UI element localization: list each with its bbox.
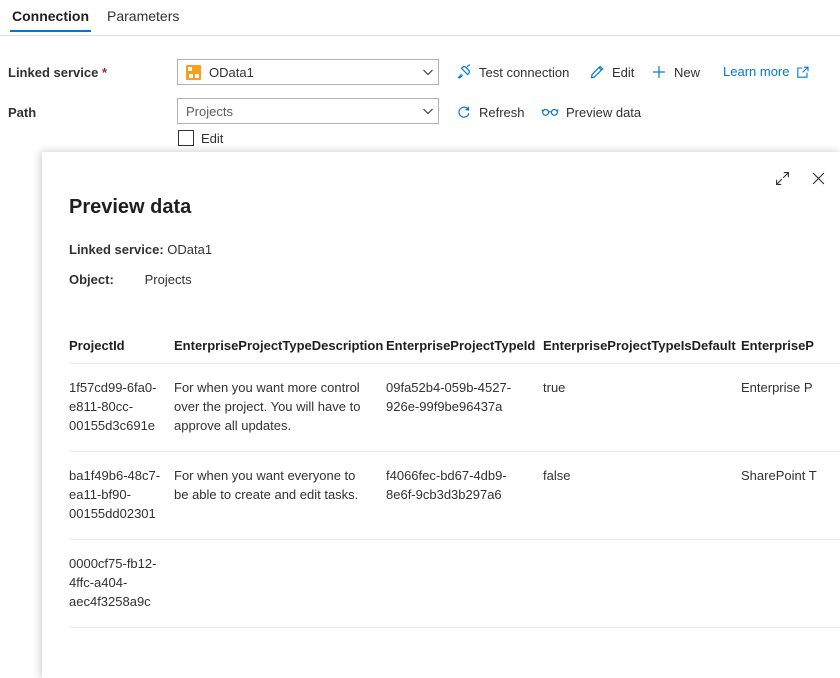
test-connection-button[interactable]: Test connection [456,64,569,80]
glasses-icon [541,104,559,120]
odata-service-icon [186,65,201,80]
learn-more-label: Learn more [723,64,789,79]
cell-description: For when you want more control over the … [174,364,386,451]
refresh-label: Refresh [479,105,525,120]
cell-isdefault: false [543,452,741,539]
panel-object-value: Projects [145,272,192,287]
path-label-text: Path [8,105,36,120]
column-header-enterpriseprojecttypedescription[interactable]: EnterpriseProjectTypeDescription [174,330,386,363]
edit-checkbox-label: Edit [201,131,223,146]
cell-projectid: 0000cf75-fb12-4ffc-a404-aec4f3258a9c [69,540,174,627]
preview-data-button[interactable]: Preview data [541,104,641,120]
column-header-enterpriseprojecttypeisdefault[interactable]: EnterpriseProjectTypeIsDefault [543,330,741,363]
tab-strip: Connection Parameters [0,0,840,36]
learn-more-link[interactable]: Learn more [723,64,810,79]
edit-label: Edit [612,65,634,80]
close-icon [811,171,826,186]
preview-data-panel: Preview data Linked service: OData1 Obje… [42,152,840,678]
panel-object-key: Object: [69,272,141,287]
chevron-down-icon [422,105,434,117]
pencil-icon [589,64,605,80]
linked-service-label: Linked service * [8,65,107,80]
linked-service-label-text: Linked service [8,65,98,80]
tab-connection[interactable]: Connection [10,8,91,32]
plug-icon [456,64,472,80]
refresh-button[interactable]: Refresh [456,104,525,120]
cell-isdefault [543,540,741,627]
tab-parameters[interactable]: Parameters [105,8,181,32]
preview-data-label: Preview data [566,105,641,120]
edit-checkbox[interactable]: Edit [178,130,223,146]
tab-connection-label: Connection [12,8,89,24]
path-value: Projects [186,104,422,119]
tab-parameters-label: Parameters [107,8,179,24]
cell-typeid [386,540,543,627]
cell-projectid: 1f57cd99-6fa0-e811-80cc-00155d3c691e [69,364,174,451]
column-header-enterpriseprojecttypeid[interactable]: EnterpriseProjectTypeId [386,330,543,363]
new-label: New [674,65,700,80]
new-linked-service-button[interactable]: New [651,64,700,80]
table-row: 0000cf75-fb12-4ffc-a404-aec4f3258a9c [69,540,840,628]
table-header-row: ProjectId EnterpriseProjectTypeDescripti… [69,330,840,364]
path-label: Path [8,105,36,120]
expand-button[interactable] [768,164,796,192]
path-dropdown[interactable]: Projects [177,98,439,124]
table-row: ba1f49b6-48c7-ea11-bf90-00155dd02301 For… [69,452,840,540]
preview-data-table: ProjectId EnterpriseProjectTypeDescripti… [69,330,840,628]
test-connection-label: Test connection [479,65,569,80]
chevron-down-icon [422,66,434,78]
cell-description: For when you want everyone to be able to… [174,452,386,539]
column-header-enterprisep[interactable]: EnterpriseP [741,330,840,363]
panel-linked-service-row: Linked service: OData1 [69,242,212,257]
panel-title: Preview data [69,196,191,219]
expand-diagonal-icon [775,171,790,186]
required-asterisk: * [102,65,107,80]
cell-enterprisep: SharePoint T [741,452,840,539]
panel-header-actions [768,164,832,192]
panel-linked-service-key: Linked service: [69,242,164,257]
close-button[interactable] [804,164,832,192]
panel-object-row: Object: Projects [69,272,192,287]
edit-linked-service-button[interactable]: Edit [589,64,634,80]
cell-typeid: f4066fec-bd67-4db9-8e6f-9cb3d3b297a6 [386,452,543,539]
plus-icon [651,64,667,80]
panel-linked-service-value: OData1 [167,242,212,257]
cell-projectid: ba1f49b6-48c7-ea11-bf90-00155dd02301 [69,452,174,539]
cell-isdefault: true [543,364,741,451]
checkbox-box-icon [178,130,194,146]
external-link-icon [796,65,810,79]
cell-typeid: 09fa52b4-059b-4527-926e-99f9be96437a [386,364,543,451]
column-header-projectid[interactable]: ProjectId [69,330,174,363]
cell-description [174,540,386,627]
refresh-icon [456,104,472,120]
linked-service-value: OData1 [209,65,422,80]
linked-service-dropdown[interactable]: OData1 [177,59,439,85]
table-row: 1f57cd99-6fa0-e811-80cc-00155d3c691e For… [69,364,840,452]
cell-enterprisep: Enterprise P [741,364,840,451]
cell-enterprisep [741,540,840,627]
